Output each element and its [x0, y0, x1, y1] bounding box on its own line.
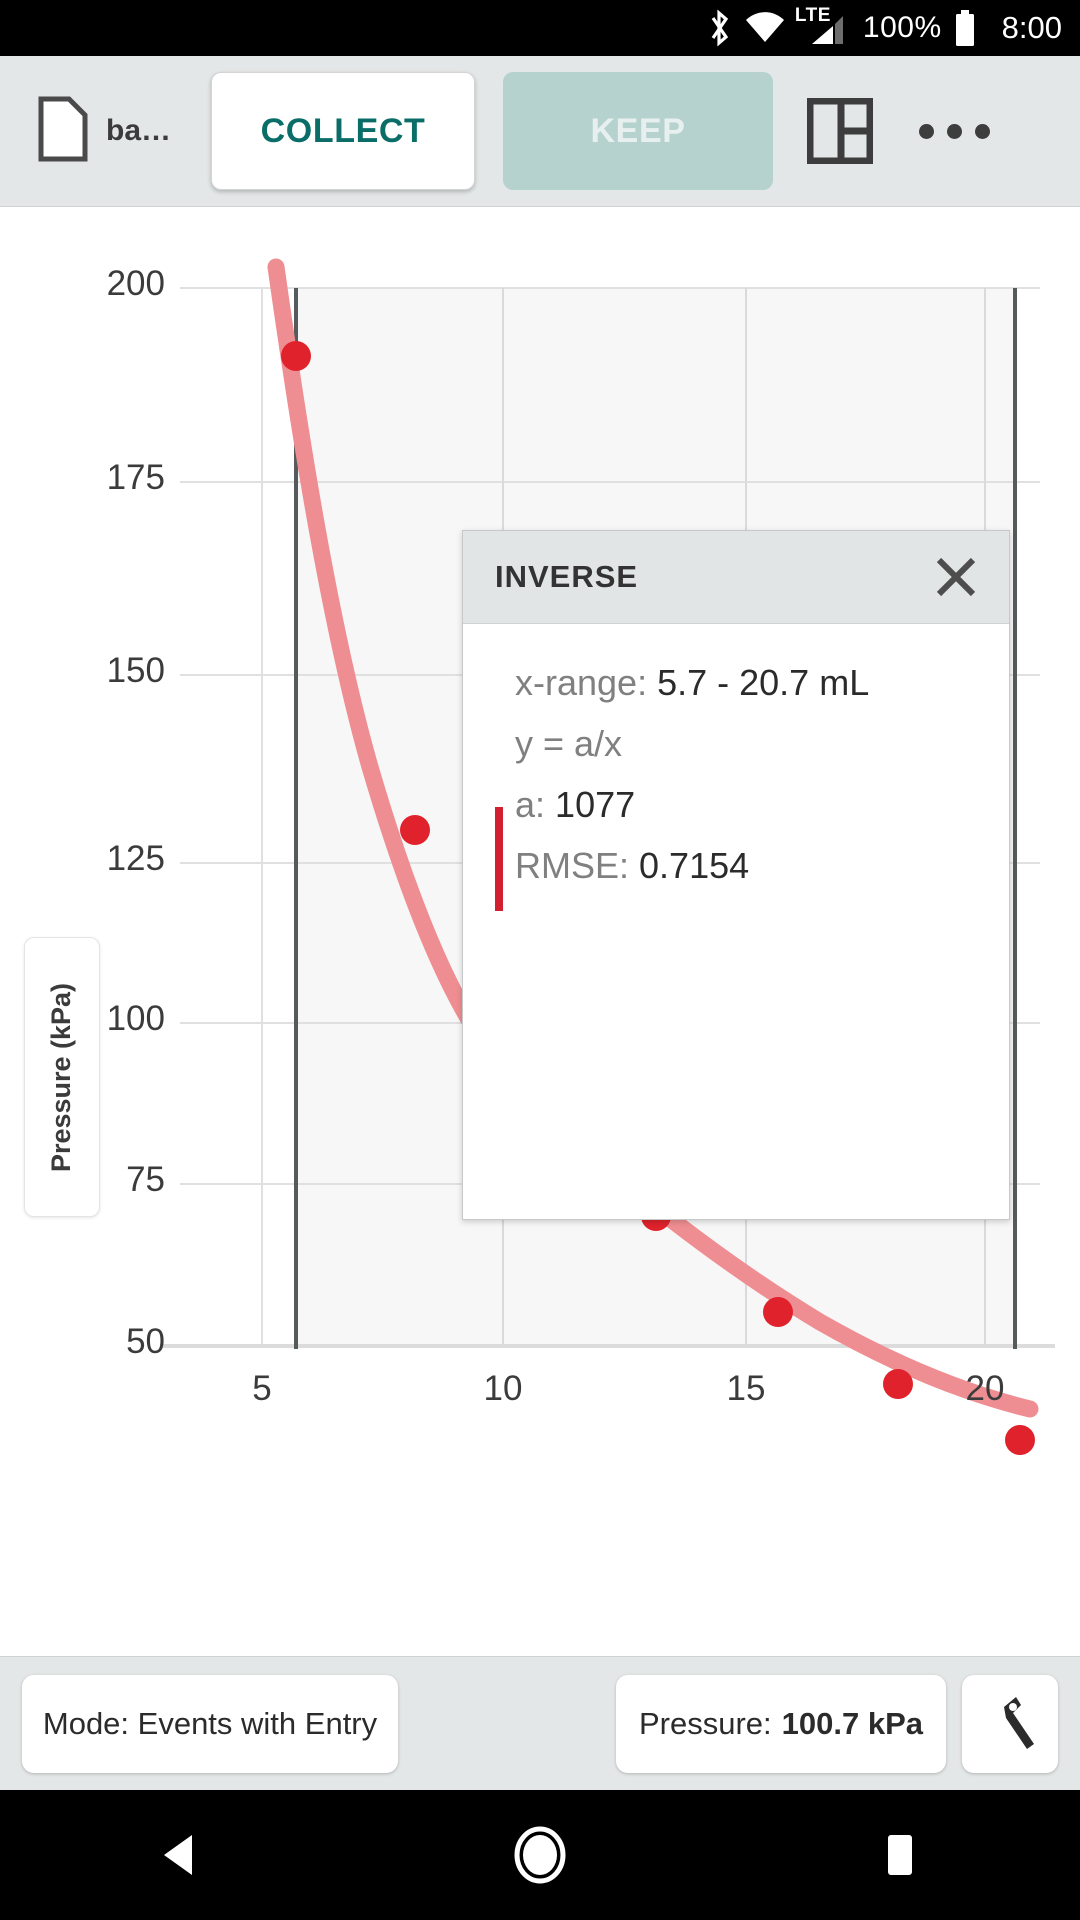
data-point [763, 1297, 793, 1327]
overflow-dot [919, 123, 935, 139]
status-bar: LTE 100% 8:00 [0, 0, 1080, 56]
data-point [281, 341, 311, 371]
document-icon [38, 96, 88, 167]
y-tick-label: 125 [106, 839, 165, 878]
overflow-dot [947, 123, 963, 139]
equation-text: y = a/x [515, 723, 623, 764]
popup-row-xrange: x-range: 5.7 - 20.7 mL [463, 652, 1009, 713]
bluetooth-icon [707, 9, 733, 47]
inverse-fit-popup[interactable]: INVERSE x-range: 5.7 - 20.7 mL y = a/x a… [462, 530, 1010, 1220]
coefficient-a-key: a: [515, 784, 546, 825]
x-tick-label: 5 [252, 1369, 272, 1408]
y-axis-label-button[interactable]: Pressure (kPa) [24, 937, 100, 1217]
y-tick-label: 200 [106, 264, 165, 303]
x-tick-label: 10 [483, 1369, 523, 1408]
x-tick-label: 20 [965, 1369, 1005, 1408]
recents-square-icon[interactable] [800, 1790, 1000, 1920]
mode-chip[interactable]: Mode: Events with Entry [22, 1674, 398, 1773]
xrange-value: 5.7 - 20.7 mL [657, 662, 870, 703]
pressure-readout-chip[interactable]: Pressure: 100.7 kPa [616, 1674, 946, 1773]
popup-header: INVERSE [463, 531, 1009, 624]
file-name-label: ba… [106, 114, 172, 147]
x-tick-label: 15 [726, 1369, 766, 1408]
popup-title: INVERSE [495, 559, 639, 594]
back-triangle-icon[interactable] [80, 1790, 280, 1920]
battery-full-icon [954, 9, 976, 47]
overflow-dot [975, 123, 991, 139]
graph-panel[interactable]: 200 175 150 125 100 75 50 5 10 15 20 Pre… [0, 206, 1080, 1857]
rmse-key: RMSE: [515, 845, 630, 886]
home-circle-icon[interactable] [440, 1790, 640, 1920]
meter-bar: Mode: Events with Entry Pressure: 100.7 … [0, 1656, 1080, 1790]
keep-button[interactable]: KEEP [503, 72, 774, 190]
data-point [883, 1369, 913, 1399]
y-tick-label: 175 [106, 458, 165, 497]
popup-row-rmse: RMSE: 0.7154 [463, 835, 1009, 896]
popup-body: x-range: 5.7 - 20.7 mL y = a/x a: 1077 R… [463, 624, 1009, 911]
y-tick-label: 50 [126, 1322, 165, 1361]
overflow-menu-icon[interactable] [919, 123, 991, 139]
pressure-value: 100.7 kPa [781, 1705, 924, 1741]
wifi-icon [745, 12, 785, 44]
collect-button[interactable]: COLLECT [211, 72, 476, 190]
android-nav-bar [0, 1790, 1080, 1920]
popup-row-a: a: 1077 [463, 774, 1009, 835]
cellular-signal-icon: LTE [795, 5, 851, 48]
y-axis-label: Pressure (kPa) [46, 982, 77, 1172]
rmse-value: 0.7154 [639, 845, 750, 886]
data-point [400, 815, 430, 845]
xrange-key: x-range: [515, 662, 648, 703]
popup-row-equation: y = a/x [463, 713, 1009, 774]
battery-percent-label: 100% [862, 11, 942, 44]
fit-color-swatch [495, 807, 503, 911]
app-toolbar: ba… COLLECT KEEP [0, 56, 1080, 206]
data-point [1005, 1425, 1035, 1455]
split-view-icon[interactable] [807, 98, 874, 164]
file-title-group[interactable]: ba… [38, 96, 171, 167]
close-icon[interactable] [929, 550, 983, 604]
wrench-icon[interactable] [962, 1674, 1058, 1773]
pressure-label: Pressure: [638, 1705, 772, 1741]
clock-label: 8:00 [1001, 10, 1062, 45]
coefficient-a-value: 1077 [555, 784, 636, 825]
y-tick-label: 150 [106, 651, 165, 690]
